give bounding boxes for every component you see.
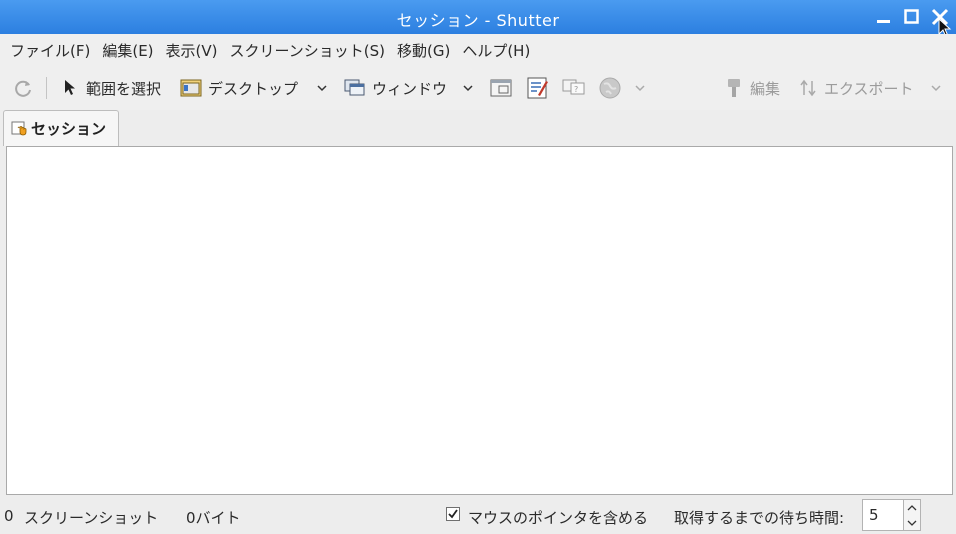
window-button[interactable]: ウィンドウ	[344, 66, 447, 110]
include-pointer-label[interactable]: マウスのポインタを含める	[468, 507, 648, 528]
tab-session[interactable]: セッション	[3, 110, 119, 146]
menu-edit[interactable]: 編集(E)	[96, 40, 159, 61]
tooltip-capture-button[interactable]: ?	[562, 66, 586, 110]
desktop-dropdown[interactable]	[316, 66, 328, 110]
select-area-label: 範囲を選択	[86, 79, 162, 98]
section-window-icon	[490, 79, 512, 97]
status-bar: 0 スクリーンショット 0バイト マウスのポインタを含める 取得するまでの待ち時…	[0, 498, 956, 534]
svg-text:?: ?	[574, 85, 578, 94]
tab-session-label: セッション	[31, 120, 107, 138]
chevron-down-icon	[907, 520, 917, 526]
checkmark-icon	[448, 509, 458, 519]
delay-stepper	[904, 499, 921, 531]
chevron-down-icon	[463, 85, 473, 92]
screenshot-count: 0	[4, 507, 14, 525]
menu-go[interactable]: 移動(G)	[391, 40, 456, 61]
menu-capture-icon	[527, 77, 548, 99]
edit-label: 編集	[750, 79, 781, 98]
toolbar-separator	[46, 77, 47, 99]
refresh-icon	[15, 80, 31, 97]
total-size: 0バイト	[186, 509, 241, 527]
chevron-down-icon	[931, 85, 941, 92]
window-title: セッション - Shutter	[396, 11, 560, 30]
delay-label: 取得するまでの待ち時間:	[674, 509, 845, 527]
chevron-down-icon	[635, 85, 645, 92]
include-pointer-checkbox[interactable]	[446, 507, 460, 521]
desktop-label: デスクトップ	[208, 79, 299, 98]
desktop-button[interactable]: デスクトップ	[180, 66, 298, 110]
chevron-up-icon	[907, 504, 917, 510]
session-icon	[11, 121, 27, 135]
menu-file[interactable]: ファイル(F)	[4, 40, 96, 61]
export-dropdown[interactable]	[930, 66, 942, 110]
redo-button[interactable]	[12, 66, 34, 110]
tooltip-icon: ?	[562, 79, 585, 95]
edit-button[interactable]: 編集	[724, 66, 780, 110]
delay-input[interactable]: 5	[862, 499, 904, 531]
menu-view[interactable]: 表示(V)	[160, 40, 224, 61]
minimize-icon[interactable]	[875, 8, 893, 26]
menu-capture-button[interactable]	[527, 66, 549, 110]
window-icon	[344, 79, 365, 96]
upload-download-icon	[800, 79, 816, 97]
menu-bar: ファイル(F) 編集(E) 表示(V) スクリーンショット(S) 移動(G) ヘ…	[0, 34, 956, 66]
menu-help[interactable]: ヘルプ(H)	[456, 40, 536, 61]
delay-decrease-button[interactable]	[904, 515, 920, 530]
edit-brush-icon	[728, 79, 740, 97]
window-label: ウィンドウ	[372, 79, 448, 98]
title-bar[interactable]: セッション - Shutter	[0, 0, 956, 38]
desktop-icon	[180, 79, 202, 97]
delay-increase-button[interactable]	[904, 500, 920, 515]
chevron-down-icon	[317, 85, 327, 92]
section-button[interactable]	[490, 66, 512, 110]
web-dropdown[interactable]	[634, 66, 646, 110]
session-view[interactable]	[6, 146, 953, 495]
maximize-icon[interactable]	[903, 8, 921, 26]
select-area-button[interactable]: 範囲を選択	[62, 66, 161, 110]
pointer-icon	[65, 80, 75, 95]
window-dropdown[interactable]	[462, 66, 474, 110]
export-label: エクスポート	[824, 79, 914, 98]
screenshot-count-label: スクリーンショット	[24, 509, 159, 527]
menu-screenshot[interactable]: スクリーンショット(S)	[224, 40, 391, 61]
export-button[interactable]: エクスポート	[798, 66, 914, 110]
toolbar: 範囲を選択 デスクトップ ウィンドウ ? 編集 エクスポート	[0, 66, 956, 110]
web-capture-button[interactable]	[598, 66, 622, 110]
globe-icon	[599, 77, 621, 99]
